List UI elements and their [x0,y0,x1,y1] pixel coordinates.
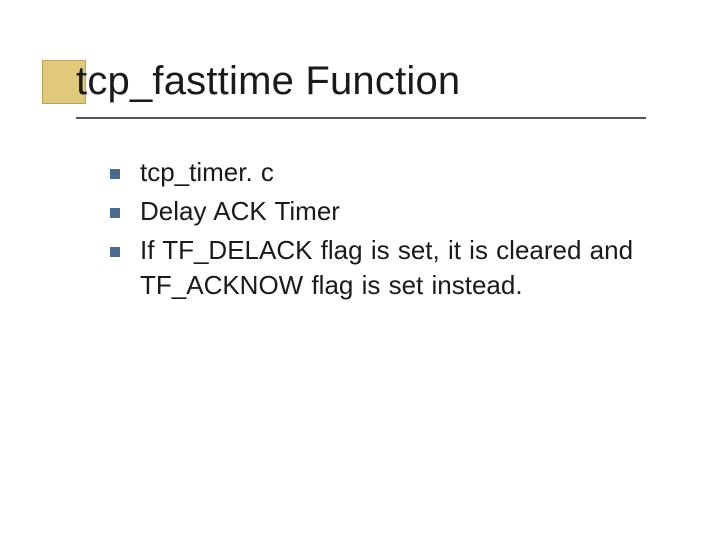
bullet-text: Delay ACK Timer [140,194,340,229]
list-item: If TF_DELACK flag is set, it is cleared … [110,233,660,303]
bullet-icon [110,169,120,179]
title-underline [76,117,646,119]
list-item: Delay ACK Timer [110,194,660,229]
bullet-text: tcp_timer. c [140,155,274,190]
bullet-icon [110,247,120,257]
title-area: tcp_fasttime Function [76,58,670,104]
bullet-text: If TF_DELACK flag is set, it is cleared … [140,233,660,303]
body-area: tcp_timer. c Delay ACK Timer If TF_DELAC… [110,155,660,307]
bullet-icon [110,208,120,218]
slide-title: tcp_fasttime Function [76,58,670,104]
slide: tcp_fasttime Function tcp_timer. c Delay… [0,0,720,540]
list-item: tcp_timer. c [110,155,660,190]
